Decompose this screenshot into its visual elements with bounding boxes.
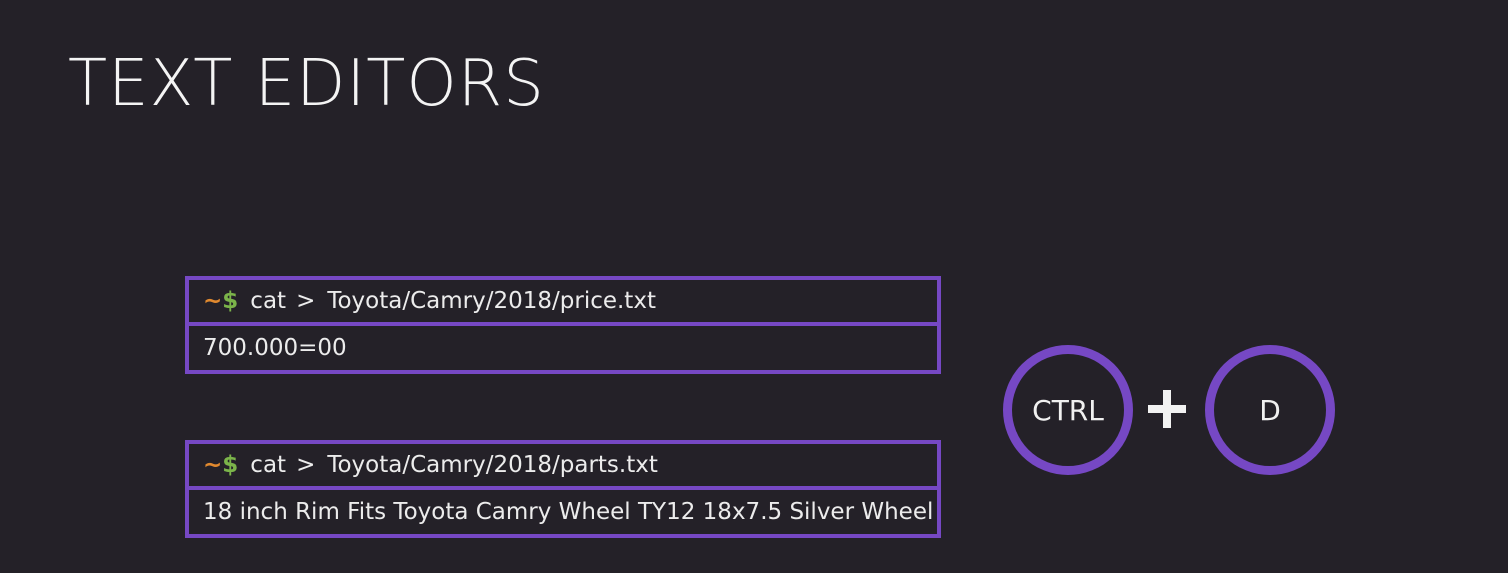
slide: TEXT EDITORS ~ $ cat > Toyota/Camry/2018/… (0, 0, 1508, 573)
terminal-block-parts: ~ $ cat > Toyota/Camry/2018/parts.txt 18 … (185, 440, 941, 538)
prompt-dollar: $ (222, 288, 239, 314)
redirect-operator: > (296, 452, 316, 478)
command-name: cat (250, 288, 287, 314)
file-path: Toyota/Camry/2018/parts.txt (327, 452, 658, 478)
command-name: cat (250, 452, 287, 478)
command-line: ~ $ cat > Toyota/Camry/2018/parts.txt (185, 440, 941, 490)
file-content: 700.000=00 (203, 335, 347, 361)
plus-icon (1148, 390, 1186, 428)
command-line: ~ $ cat > Toyota/Camry/2018/price.txt (185, 276, 941, 326)
terminal-block-price: ~ $ cat > Toyota/Camry/2018/price.txt 700… (185, 276, 941, 374)
file-path: Toyota/Camry/2018/price.txt (327, 288, 656, 314)
prompt-tilde: ~ (203, 452, 223, 478)
file-content-line: 18 inch Rim Fits Toyota Camry Wheel TY12… (185, 490, 941, 538)
file-content-line: 700.000=00 (185, 326, 941, 374)
prompt-tilde: ~ (203, 288, 223, 314)
file-content: 18 inch Rim Fits Toyota Camry Wheel TY12… (203, 499, 934, 525)
ctrl-key-circle: CTRL (1003, 345, 1133, 475)
prompt-dollar: $ (222, 452, 239, 478)
ctrl-key-label: CTRL (1032, 393, 1104, 427)
redirect-operator: > (296, 288, 316, 314)
d-key-label: D (1259, 393, 1281, 427)
slide-title: TEXT EDITORS (68, 47, 545, 121)
d-key-circle: D (1205, 345, 1335, 475)
